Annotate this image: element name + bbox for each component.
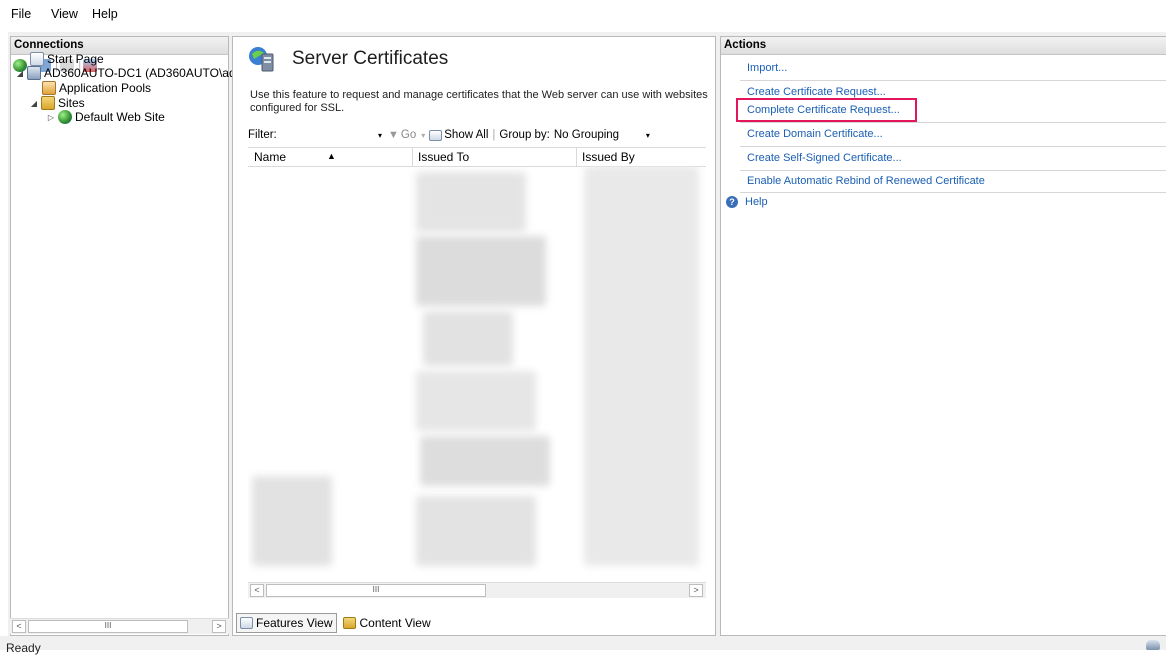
certificates-table-header: Name ▲ Issued To Issued By [248,147,706,167]
menu-bar: File View Help [0,0,1166,30]
expanded-arrow-icon[interactable]: ◢ [16,69,24,78]
group-by-label: Group by: [499,129,550,141]
group-by-arrow-icon[interactable]: ▾ [646,131,650,140]
server-icon [27,66,41,80]
start-page-icon [30,52,44,66]
tree-server[interactable]: ◢ AD360AUTO-DC1 (AD360AUTO\admi [16,66,248,80]
certificate-icon [246,44,276,74]
connections-pane: Connections ▾ | | [10,36,229,636]
scroll-left-button[interactable]: < [250,584,264,597]
funnel-icon: ▼ [388,129,399,141]
menu-help[interactable]: Help [92,7,118,21]
sort-ascending-icon: ▲ [327,151,336,161]
connections-scrollbar[interactable]: < III > [10,618,229,634]
tab-label: Content View [359,616,431,630]
menu-file[interactable]: File [11,7,31,21]
sites-icon [41,96,55,110]
scroll-thumb[interactable]: III [266,584,486,597]
app-pools-icon [42,81,56,95]
filter-label: Filter: [248,129,277,141]
tree-label: Default Web Site [75,110,165,124]
action-divider [740,146,1166,147]
table-scrollbar[interactable]: < III > [248,582,706,598]
actions-pane: Actions [720,36,1166,636]
import-link[interactable]: Import... [747,62,787,74]
tree-app-pools[interactable]: Application Pools [42,81,151,95]
collapsed-arrow-icon[interactable]: ▷ [47,113,55,122]
status-bar [0,636,1166,650]
status-text: Ready [6,641,41,655]
content-view-tab[interactable]: Content View [339,613,435,633]
features-view-icon [240,617,253,629]
tree-sites[interactable]: ◢ Sites [30,96,85,110]
globe-icon [58,110,72,124]
column-issued-to[interactable]: Issued To [418,150,469,164]
column-issued-by[interactable]: Issued By [582,150,635,164]
help-link[interactable]: ? Help [726,196,768,208]
page-title: Server Certificates [292,48,449,69]
create-certificate-request-link[interactable]: Create Certificate Request... [747,86,886,98]
scroll-right-button[interactable]: > [689,584,703,597]
tree-default-web-site[interactable]: ▷ Default Web Site [47,110,165,124]
highlight-box [736,98,917,122]
tree-label: Sites [58,96,85,110]
go-dropdown-icon[interactable]: ▾ [421,131,425,140]
filter-dropdown-arrow-icon[interactable]: ▾ [378,131,382,140]
features-view-tab[interactable]: Features View [236,613,338,633]
column-divider[interactable] [576,148,577,166]
action-divider [740,80,1166,81]
scroll-left-button[interactable]: < [12,620,26,633]
certificates-table-body[interactable] [248,166,706,580]
scroll-right-button[interactable]: > [212,620,226,633]
page-description: Use this feature to request and manage c… [250,89,708,114]
filter-bar: Filter: ▾ ▼ Go ▾ Show All | Group by: No… [248,124,708,146]
tree-label: AD360AUTO-DC1 (AD360AUTO\admi [44,66,249,80]
help-label: Help [745,196,768,208]
content-view-icon [343,617,357,629]
actions-header: Actions [721,37,1166,55]
tree-label: Application Pools [59,81,152,95]
toolbar-divider: | [492,129,496,141]
network-status-icon [1146,640,1160,650]
go-button[interactable]: Go [401,129,416,141]
expanded-arrow-icon[interactable]: ◢ [30,99,38,108]
action-divider [740,192,1166,193]
tab-label: Features View [256,616,333,630]
action-divider [740,170,1166,171]
enable-automatic-rebind-link[interactable]: Enable Automatic Rebind of Renewed Certi… [747,175,985,187]
view-switcher: Features View Content View [232,612,716,634]
create-self-signed-certificate-link[interactable]: Create Self-Signed Certificate... [747,152,902,164]
column-divider[interactable] [412,148,413,166]
tree-label: Start Page [47,52,104,66]
create-domain-certificate-link[interactable]: Create Domain Certificate... [747,128,883,140]
show-all-icon [429,129,443,141]
action-divider [740,122,1166,123]
help-icon: ? [726,196,738,208]
menu-view[interactable]: View [51,7,78,21]
column-name[interactable]: Name [254,150,286,164]
tree-start-page[interactable]: Start Page [30,52,104,66]
group-by-select[interactable]: No Grouping [554,129,646,141]
scroll-thumb[interactable]: III [28,620,188,633]
show-all-button[interactable]: Show All [444,129,488,141]
